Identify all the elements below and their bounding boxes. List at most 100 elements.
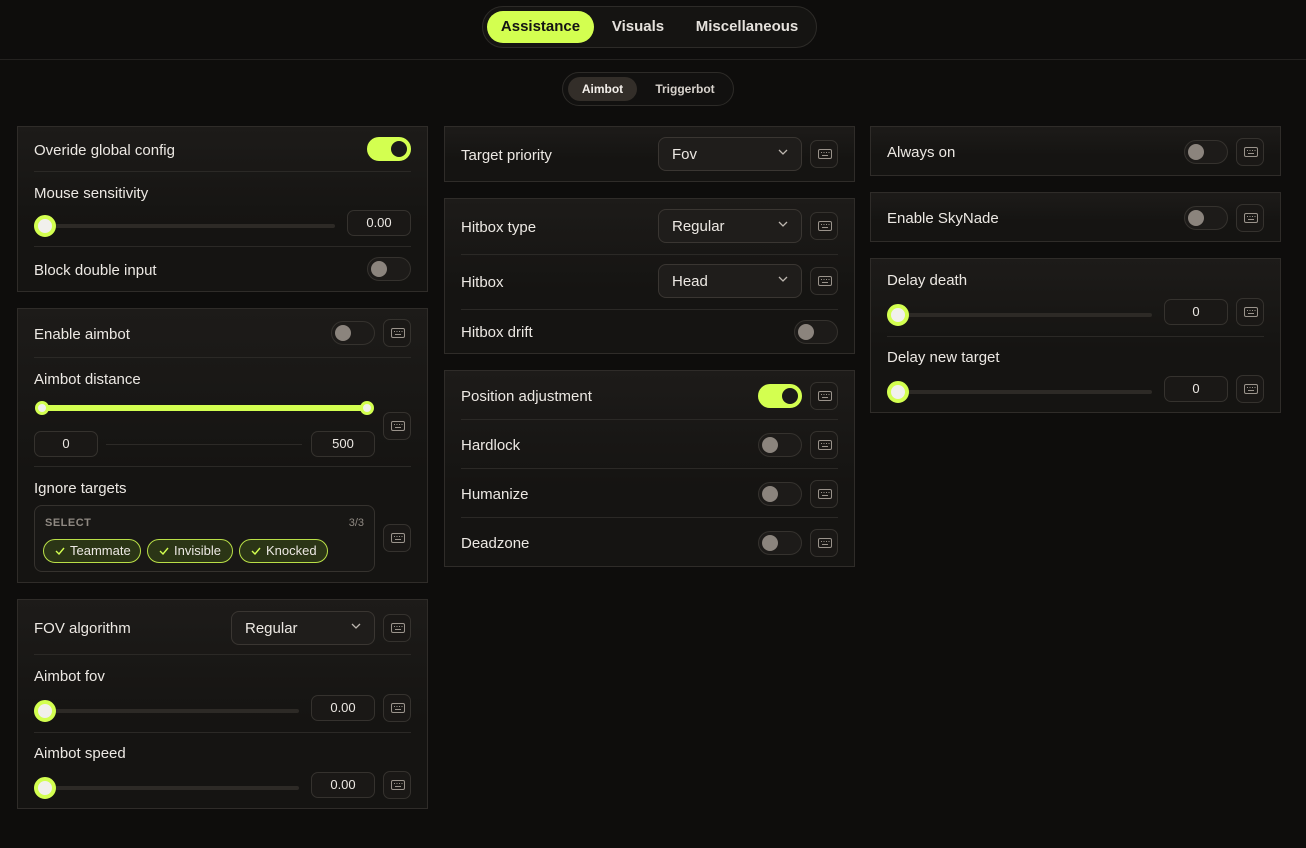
deadzone-keybind-button[interactable]: [810, 529, 838, 557]
mouse-sensitivity-slider-thumb[interactable]: [34, 215, 56, 237]
dropdown-value: Head: [672, 273, 708, 290]
target-priority-panel: Target priority Fov: [444, 126, 855, 182]
keyboard-icon: [1244, 384, 1258, 394]
ignore-targets-multiselect[interactable]: SELECT 3/3 Teammate Invisible Knocked: [34, 505, 375, 572]
fov-algorithm-label: FOV algorithm: [34, 620, 131, 637]
chevron-down-icon: [778, 221, 788, 227]
position-adjustment-label: Position adjustment: [461, 388, 592, 405]
humanize-toggle[interactable]: [758, 482, 802, 506]
delay-death-track[interactable]: [891, 313, 1152, 317]
subtab-triggerbot[interactable]: Triggerbot: [643, 77, 727, 101]
tab-miscellaneous[interactable]: Miscellaneous: [684, 11, 810, 43]
aimbot-distance-range-fill[interactable]: [42, 405, 368, 411]
aimbot-fov-value[interactable]: 0.00: [311, 695, 375, 721]
aimbot-distance-max-thumb[interactable]: [360, 401, 374, 415]
keyboard-icon: [818, 440, 832, 450]
humanize-keybind-button[interactable]: [810, 480, 838, 508]
aimbot-distance-max-value[interactable]: 500: [311, 431, 375, 457]
aimbot-speed-slider-thumb[interactable]: [34, 777, 56, 799]
keyboard-icon: [818, 538, 832, 548]
always-on-toggle[interactable]: [1184, 140, 1228, 164]
target-chip-knocked[interactable]: Knocked: [239, 539, 328, 563]
delay-death-value[interactable]: 0: [1164, 299, 1228, 325]
hardlock-keybind-button[interactable]: [810, 431, 838, 459]
check-icon: [55, 547, 65, 555]
target-chip-invisible[interactable]: Invisible: [147, 539, 233, 563]
position-adjustment-toggle[interactable]: [758, 384, 802, 408]
hardlock-toggle[interactable]: [758, 433, 802, 457]
target-priority-dropdown[interactable]: Fov: [658, 137, 802, 171]
enable-aimbot-label: Enable aimbot: [34, 326, 130, 343]
keyboard-icon: [391, 328, 405, 338]
keyboard-icon: [391, 703, 405, 713]
always-on-label: Always on: [887, 144, 956, 161]
divider: [887, 336, 1264, 337]
hitbox-drift-toggle[interactable]: [794, 320, 838, 344]
enable-aimbot-keybind-button[interactable]: [383, 319, 411, 347]
fov-algorithm-dropdown[interactable]: Regular: [231, 611, 375, 645]
aimbot-panel: Enable aimbot Aimbot distance 0 500 Igno…: [17, 308, 428, 583]
hitbox-type-dropdown[interactable]: Regular: [658, 209, 802, 243]
delay-new-target-value[interactable]: 0: [1164, 376, 1228, 402]
keyboard-icon: [818, 221, 832, 231]
position-adjustment-keybind-button[interactable]: [810, 382, 838, 410]
enable-skynade-toggle[interactable]: [1184, 206, 1228, 230]
main-tab-bar: Assistance Visuals Miscellaneous: [482, 6, 817, 48]
keyboard-icon: [818, 489, 832, 499]
hitbox-panel: Hitbox type Regular Hitbox Head Hitbox d…: [444, 198, 855, 354]
divider: [34, 357, 411, 358]
block-double-input-toggle[interactable]: [367, 257, 411, 281]
aimbot-distance-keybind-button[interactable]: [383, 412, 411, 440]
delay-death-keybind-button[interactable]: [1236, 298, 1264, 326]
delay-new-target-keybind-button[interactable]: [1236, 375, 1264, 403]
tab-assistance[interactable]: Assistance: [487, 11, 594, 43]
aimbot-fov-track[interactable]: [38, 709, 299, 713]
divider: [34, 171, 411, 172]
chip-label: Invisible: [174, 543, 221, 558]
divider: [461, 468, 838, 469]
aimbot-distance-min-thumb[interactable]: [35, 401, 49, 415]
hitbox-label: Hitbox: [461, 274, 504, 291]
delay-new-target-track[interactable]: [891, 390, 1152, 394]
tab-visuals[interactable]: Visuals: [598, 11, 678, 43]
hitbox-type-label: Hitbox type: [461, 219, 537, 236]
target-priority-keybind-button[interactable]: [810, 140, 838, 168]
override-global-config-toggle[interactable]: [367, 137, 411, 161]
delay-new-target-slider-thumb[interactable]: [887, 381, 909, 403]
aimbot-speed-value[interactable]: 0.00: [311, 772, 375, 798]
block-double-input-label: Block double input: [34, 262, 157, 279]
keyboard-icon: [391, 421, 405, 431]
aimbot-fov-slider-thumb[interactable]: [34, 700, 56, 722]
aimbot-fov-keybind-button[interactable]: [383, 694, 411, 722]
position-panel: Position adjustment Hardlock Humanize De…: [444, 370, 855, 567]
delay-death-slider-thumb[interactable]: [887, 304, 909, 326]
hitbox-dropdown[interactable]: Head: [658, 264, 802, 298]
keyboard-icon: [391, 623, 405, 633]
divider: [34, 732, 411, 733]
enable-aimbot-toggle[interactable]: [331, 321, 375, 345]
mouse-sensitivity-value[interactable]: 0.00: [347, 210, 411, 236]
aimbot-speed-label: Aimbot speed: [34, 745, 126, 762]
override-global-config-label: Overide global config: [34, 142, 175, 159]
divider: [34, 246, 411, 247]
fov-algorithm-keybind-button[interactable]: [383, 614, 411, 642]
ignore-targets-keybind-button[interactable]: [383, 524, 411, 552]
target-chip-teammate[interactable]: Teammate: [43, 539, 141, 563]
keyboard-icon: [1244, 147, 1258, 157]
aimbot-speed-keybind-button[interactable]: [383, 771, 411, 799]
mouse-sensitivity-label: Mouse sensitivity: [34, 185, 149, 202]
aimbot-distance-min-value[interactable]: 0: [34, 431, 98, 457]
ignore-targets-label: Ignore targets: [34, 480, 127, 497]
always-on-keybind-button[interactable]: [1236, 138, 1264, 166]
aimbot-speed-track[interactable]: [38, 786, 299, 790]
subtab-aimbot[interactable]: Aimbot: [568, 77, 637, 101]
keyboard-icon: [818, 149, 832, 159]
enable-skynade-keybind-button[interactable]: [1236, 204, 1264, 232]
hitbox-type-keybind-button[interactable]: [810, 212, 838, 240]
delay-new-target-label: Delay new target: [887, 349, 1000, 366]
delay-panel: Delay death 0 Delay new target 0: [870, 258, 1281, 413]
hitbox-keybind-button[interactable]: [810, 267, 838, 295]
mouse-sensitivity-track[interactable]: [38, 224, 335, 228]
chevron-down-icon: [351, 623, 361, 629]
deadzone-toggle[interactable]: [758, 531, 802, 555]
